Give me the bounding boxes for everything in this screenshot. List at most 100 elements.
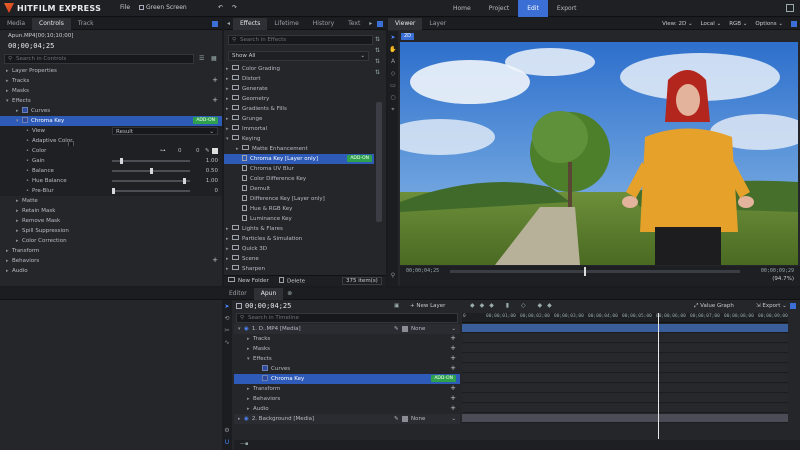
timeline-layer-row[interactable]: Curves + bbox=[234, 364, 460, 374]
control-row[interactable]: ▸ Masks bbox=[0, 86, 222, 96]
effect-item[interactable]: ▸ Distort bbox=[224, 74, 374, 84]
effect-item[interactable]: ▸ Lights & Flares bbox=[224, 224, 374, 234]
value-graph-button[interactable]: ⤢ Value Graph bbox=[694, 303, 734, 310]
control-row[interactable]: ▸ Remove Mask bbox=[0, 216, 222, 226]
list-view-icon[interactable]: ☰ bbox=[199, 55, 204, 62]
redo-icon[interactable]: ↷ bbox=[232, 4, 237, 11]
space-dropdown[interactable]: Local ⌄ bbox=[701, 21, 722, 27]
slider-value[interactable]: 0.50 bbox=[206, 166, 218, 176]
control-row[interactable]: • View Result ⌄ bbox=[0, 126, 222, 136]
options-dropdown[interactable]: Options ⌄ bbox=[755, 21, 783, 27]
effect-item[interactable]: Hue & RGB Key bbox=[224, 204, 374, 214]
effect-item[interactable]: ▸ Color Grading bbox=[224, 64, 374, 74]
add-icon[interactable]: + bbox=[450, 393, 456, 403]
control-row[interactable]: • Balance 0.50 bbox=[0, 166, 222, 176]
tab-lifetime[interactable]: Lifetime bbox=[267, 18, 305, 30]
anchor-icon[interactable]: ⌖ bbox=[389, 105, 398, 114]
tab-effects[interactable]: Effects bbox=[233, 17, 268, 30]
effect-item[interactable]: Chroma UV Blur bbox=[224, 164, 374, 174]
add-icon[interactable]: + bbox=[212, 255, 218, 265]
color-value-1[interactable]: 0 bbox=[178, 146, 182, 156]
slider-value[interactable]: 1.00 bbox=[206, 156, 218, 166]
timeline-layer-row[interactable]: ▸ Masks + bbox=[234, 344, 460, 354]
timeline-layer-row[interactable]: ▸ Behaviors + bbox=[234, 394, 460, 404]
video-frame[interactable] bbox=[400, 42, 798, 265]
panel-menu-icon[interactable] bbox=[790, 303, 796, 309]
transport-controls[interactable]: ◆◆◆ ▮ ◇ ◆◆ bbox=[470, 302, 557, 309]
layer-color-swatch[interactable] bbox=[402, 416, 408, 422]
effect-item[interactable]: Chroma Key [Layer only] ADD-ON bbox=[224, 154, 374, 164]
control-row[interactable]: ▸ Retain Mask bbox=[0, 206, 222, 216]
razor-tool-icon[interactable]: ✂ bbox=[223, 326, 232, 335]
zoom-level[interactable]: (94.7%) bbox=[772, 276, 794, 282]
text-tool-icon[interactable]: A bbox=[389, 57, 398, 66]
control-row[interactable]: • Gain 1.00 bbox=[0, 156, 222, 166]
snap-icon[interactable]: ⚲ bbox=[389, 271, 398, 280]
channel-dropdown[interactable]: RGB ⌄ bbox=[729, 21, 747, 27]
new-layer-button[interactable]: + New Layer bbox=[410, 303, 445, 309]
add-icon[interactable]: + bbox=[450, 383, 456, 393]
effect-item[interactable]: Difference Key [Layer only] bbox=[224, 194, 374, 204]
chevron-right-icon[interactable]: ▸ bbox=[367, 20, 374, 27]
effect-item[interactable]: ▸ Sharpen bbox=[224, 264, 374, 274]
control-row[interactable]: ▸ Layer Properties bbox=[0, 66, 222, 76]
tab-track[interactable]: Track bbox=[71, 18, 101, 30]
tab-viewer[interactable]: Viewer bbox=[388, 17, 423, 30]
effects-filter-dropdown[interactable]: Show All ⌄ bbox=[228, 51, 369, 61]
add-icon[interactable]: + bbox=[450, 403, 456, 413]
effect-item[interactable]: ▸ Generate bbox=[224, 84, 374, 94]
sort-icon[interactable]: ⇅ bbox=[375, 58, 380, 65]
value-slider[interactable] bbox=[112, 178, 190, 184]
timeline-layer-row[interactable]: ▸ Tracks + bbox=[234, 334, 460, 344]
tab-media[interactable]: Media bbox=[0, 18, 32, 30]
select-tool-icon[interactable]: ➤ bbox=[223, 302, 232, 311]
edit-icon[interactable]: ✎ bbox=[394, 324, 399, 334]
nav-export[interactable]: Export bbox=[548, 0, 586, 17]
panel-menu-icon[interactable] bbox=[791, 20, 797, 27]
curve-icon[interactable]: ∿ bbox=[223, 338, 232, 347]
timeline-layer-row[interactable]: ▸ ◉ 2. Background [Media] ✎ None ⌄ bbox=[234, 414, 460, 424]
hand-tool-icon[interactable]: ✋ bbox=[389, 45, 398, 54]
layer-clip[interactable] bbox=[462, 324, 788, 333]
visibility-icon[interactable]: ◉ bbox=[244, 416, 249, 422]
edit-icon[interactable]: ✎ bbox=[394, 414, 399, 424]
control-row[interactable]: ▾ Chroma Key ADD-ON bbox=[0, 116, 222, 126]
sort-icon[interactable]: ⇅ bbox=[375, 36, 380, 43]
control-row[interactable]: • Pre-Blur 0 bbox=[0, 186, 222, 196]
effect-item[interactable]: ▸ Quick 3D bbox=[224, 244, 374, 254]
sort-icon[interactable]: ⇅ bbox=[375, 47, 380, 54]
value-slider[interactable] bbox=[112, 188, 190, 194]
effect-item[interactable]: ▸ Gradients & Fills bbox=[224, 104, 374, 114]
tab-controls[interactable]: Controls bbox=[32, 17, 71, 30]
effect-item[interactable]: Demult bbox=[224, 184, 374, 194]
blend-mode-dropdown[interactable]: None bbox=[411, 414, 425, 424]
effects-search[interactable]: ⚲ Search in Effects bbox=[228, 35, 373, 45]
effect-item[interactable]: ▸ Particles & Simulation bbox=[224, 234, 374, 244]
select-tool-icon[interactable]: ➤ bbox=[389, 33, 398, 42]
slider-knob[interactable] bbox=[183, 178, 187, 184]
magnet-icon[interactable]: U bbox=[223, 438, 232, 447]
color-picker-icon[interactable]: ⊶ bbox=[160, 146, 166, 156]
delete-button[interactable]: Delete bbox=[279, 277, 305, 285]
timeline-layer-row[interactable]: ▾ Effects + bbox=[234, 354, 460, 364]
tab-history[interactable]: History bbox=[306, 18, 341, 30]
control-row[interactable]: • Color ⊶ 0 0 ✎ bbox=[0, 146, 222, 156]
control-row[interactable]: ▸ Audio bbox=[0, 266, 222, 276]
control-row[interactable]: ▸ Spill Suppression bbox=[0, 226, 222, 236]
undo-icon[interactable]: ↶ bbox=[218, 4, 223, 11]
enable-checkbox[interactable] bbox=[262, 374, 268, 381]
control-row[interactable]: ▸ Transform bbox=[0, 246, 222, 256]
slider-knob[interactable] bbox=[149, 168, 153, 174]
slip-tool-icon[interactable]: ⟲ bbox=[223, 314, 232, 323]
rect-mask-icon[interactable]: ▭ bbox=[389, 81, 398, 90]
account-icon[interactable] bbox=[786, 4, 794, 12]
effects-scrollbar[interactable] bbox=[376, 102, 382, 222]
enable-checkbox[interactable] bbox=[262, 364, 268, 371]
control-row[interactable]: ▸ Matte bbox=[0, 196, 222, 206]
timeline-layer-row[interactable]: ▸ Audio + bbox=[234, 404, 460, 414]
project-name[interactable]: Green Screen bbox=[139, 4, 187, 11]
layer-color-swatch[interactable] bbox=[402, 326, 408, 332]
layer-clip[interactable] bbox=[462, 414, 788, 423]
viewer-scrubber[interactable] bbox=[450, 267, 740, 276]
effect-item[interactable]: Color Difference Key bbox=[224, 174, 374, 184]
